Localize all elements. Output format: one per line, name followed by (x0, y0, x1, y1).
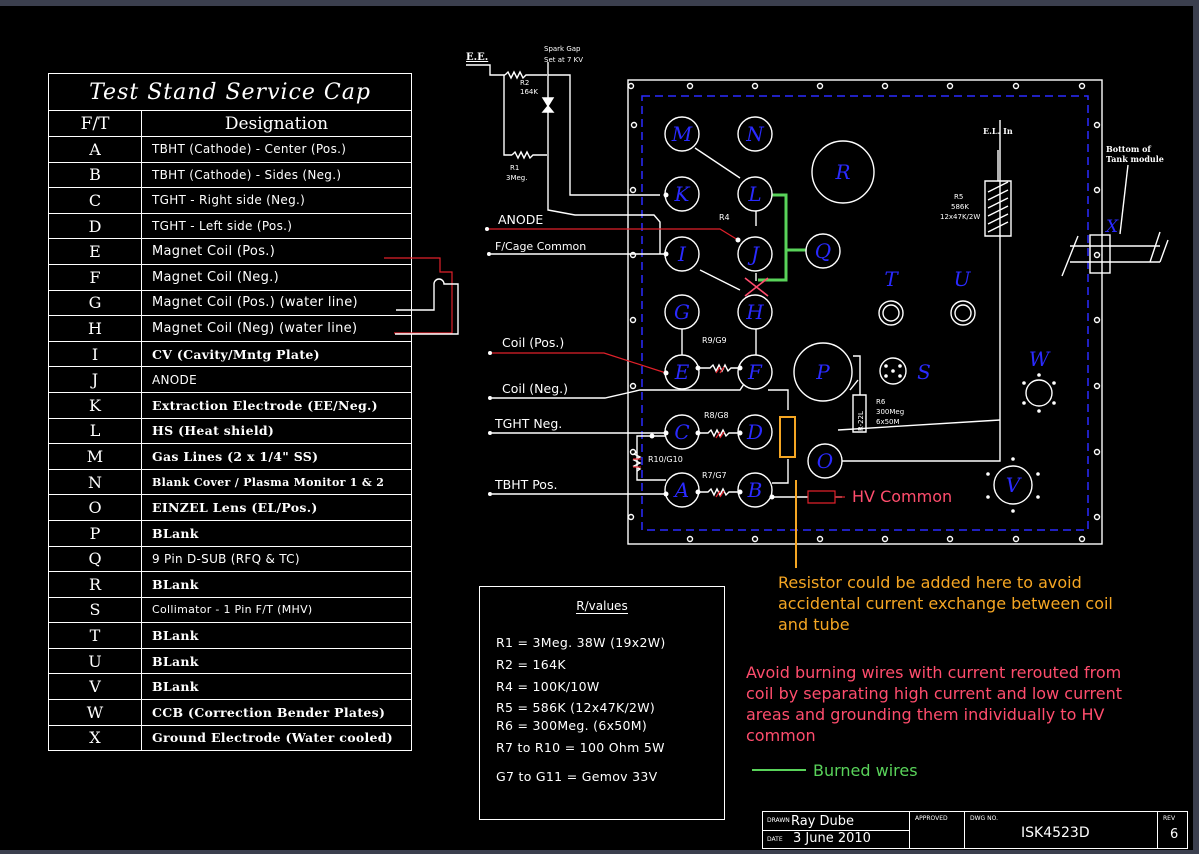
ft-label: S (917, 360, 931, 384)
ft-label: K (674, 182, 691, 206)
ft-label: G (674, 300, 690, 324)
spark-gap-setting: Set at 7 KV (544, 56, 583, 64)
dwg-no-label: DWG NO. (970, 815, 998, 822)
avoid-burning-note: Avoid burning wires with current reroute… (746, 662, 1122, 746)
rev-number: 6 (1170, 827, 1179, 842)
ft-label: V (1006, 473, 1023, 497)
ft-label: P (815, 360, 830, 384)
r-value-line: R2 = 164K (496, 657, 566, 672)
r-value-line: R4 = 100K/10W (496, 679, 600, 694)
r9g9-label: R9/G9 (702, 336, 727, 345)
ft-label: I (677, 242, 687, 266)
r7g7-label: R7/G7 (702, 471, 727, 480)
title-block: DRAWN Ray Dube DATE 3 June 2010 APPROVED… (762, 811, 1188, 849)
bottom-tank-label-2: Tank module (1106, 154, 1164, 164)
bottom-tank-label-1: Bottom of (1106, 144, 1151, 154)
dwg-number: ISK4523D (1021, 825, 1090, 841)
coil-neg-wire-label: Coil (Neg.) (502, 381, 568, 396)
ft-label: N (745, 122, 765, 146)
note-line: and tube (778, 615, 850, 634)
r-values-title: R/values (576, 599, 628, 614)
r-values-box: R/values R1 = 3Meg. 38W (19x2W) R2 = 164… (479, 586, 725, 820)
note-line: common (746, 726, 816, 745)
note-line: Avoid burning wires with current reroute… (746, 663, 1122, 682)
ft-label: E (674, 360, 690, 384)
ft-label: M (671, 122, 693, 146)
r6-box-label: R-22L (857, 411, 865, 431)
burned-wires-legend-label: Burned wires (813, 761, 918, 780)
ft-label: U (954, 267, 972, 291)
x-label: X (1104, 217, 1119, 237)
rev-label: REV (1163, 815, 1176, 822)
r6-value-2: 6x50M (876, 418, 900, 426)
r-value-line: R1 = 3Meg. 38W (19x2W) (496, 635, 666, 650)
ft-label: L (747, 182, 761, 206)
proposed-resistor (779, 416, 797, 568)
tbht-pos-wire-label: TBHT Pos. (494, 477, 557, 492)
drawing-date: 3 June 2010 (793, 831, 871, 846)
ft-label: B (747, 478, 763, 502)
ft-label: H (745, 300, 764, 324)
r1-value: 3Meg. (506, 174, 527, 182)
r5-label: R5 (954, 193, 963, 201)
r6-label: R6 (876, 398, 886, 406)
r5-value-2: 12x47K/2W (940, 213, 980, 221)
ee-label: E.E. (466, 52, 488, 63)
note-line: areas and grounding them individually to… (746, 705, 1105, 724)
magnet-coil-jumpers (384, 257, 459, 335)
r-value-line: R7 to R10 = 100 Ohm 5W (496, 740, 665, 755)
feedthrough-circles: M N R K L I J Q H T U G E F P S W C D O … (664, 116, 1056, 513)
r4-label: R4 (719, 213, 730, 222)
r-value-line: R5 = 586K (12x47K/2W) (496, 700, 656, 715)
ft-label: Q (815, 239, 831, 263)
fcage-wire-label: F/Cage Common (495, 240, 586, 253)
spark-gap-network (466, 62, 661, 254)
drawn-by: Ray Dube (791, 814, 855, 829)
spark-gap-label: Spark Gap (544, 45, 581, 53)
r-value-line: R6 = 300Meg. (6x50M) (496, 718, 648, 733)
el-in-label: E.L. In (983, 126, 1013, 136)
drawn-label: DRAWN (767, 817, 790, 824)
ft-label: F (747, 360, 763, 384)
ft-label: R (834, 160, 850, 184)
tght-neg-wire-label: TGHT Neg. (494, 416, 562, 431)
note-line: accidental current exchange between coil (778, 594, 1113, 613)
r8g8-label: R8/G8 (704, 411, 729, 420)
r1-label: R1 (510, 164, 519, 172)
resistor-note: Resistor could be added here to avoid ac… (778, 572, 1113, 635)
r5-value-1: 586K (951, 203, 969, 211)
date-label: DATE (767, 836, 783, 843)
ft-label: A (673, 478, 689, 502)
external-wires (485, 227, 753, 496)
r2-label: R2 (520, 79, 529, 87)
r2-value: 164K (520, 88, 538, 96)
r10g10-label: R10/G10 (648, 455, 683, 464)
approved-label: APPROVED (915, 815, 948, 822)
hv-common-label: HV Common (852, 487, 952, 506)
note-line: coil by separating high current and low … (746, 684, 1122, 703)
ft-label: T (884, 267, 899, 291)
r-value-line: G7 to G11 = Gemov 33V (496, 769, 658, 784)
note-line: Resistor could be added here to avoid (778, 573, 1082, 592)
ft-label: O (817, 449, 833, 473)
ft-label: W (1029, 347, 1051, 371)
r6-value-1: 300Meg (876, 408, 904, 416)
coil-pos-wire-label: Coil (Pos.) (502, 335, 564, 350)
ft-label: C (674, 420, 689, 444)
ft-label: D (746, 420, 763, 444)
anode-wire-label: ANODE (498, 212, 543, 227)
